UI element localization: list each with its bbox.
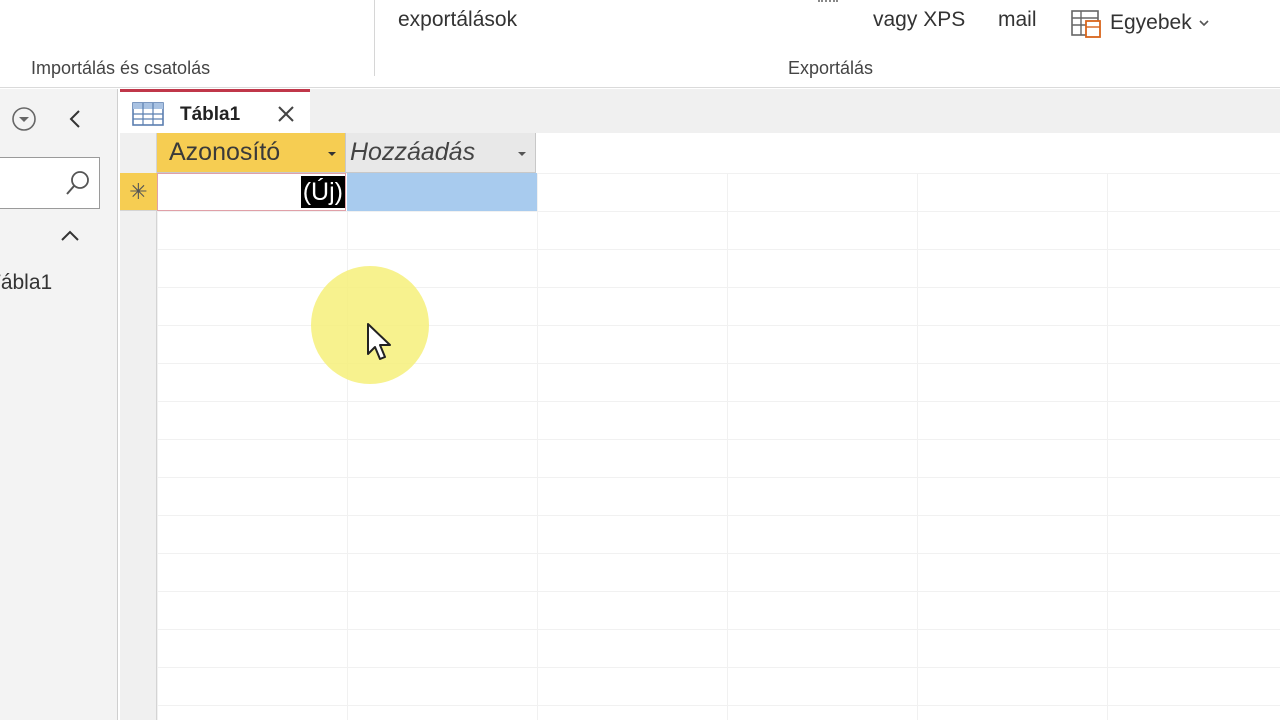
pdf-xps-command[interactable]: vagy XPS bbox=[873, 8, 965, 32]
ribbon-clipped-text bbox=[818, 0, 838, 2]
new-record-selector[interactable]: ✳ bbox=[120, 173, 157, 211]
nav-search-input[interactable] bbox=[0, 157, 100, 209]
chevron-down-icon bbox=[1199, 20, 1209, 27]
dropdown-arrow-icon[interactable] bbox=[327, 151, 337, 157]
table-export-icon bbox=[1071, 10, 1101, 38]
nav-menu-dropdown-icon[interactable] bbox=[10, 105, 38, 133]
document-area: Tábla1 Azonosító Hozzáadás ✳ (Új) bbox=[120, 89, 1280, 720]
navigation-pane: Tábla1 bbox=[0, 89, 118, 720]
new-record-text: (Új) bbox=[300, 176, 345, 208]
email-command[interactable]: mail bbox=[998, 8, 1037, 32]
more-button[interactable]: Egyebek bbox=[1070, 4, 1210, 42]
exports-command[interactable]: exportálások bbox=[398, 8, 517, 32]
ribbon-group-separator bbox=[374, 0, 375, 76]
chevron-up-icon[interactable] bbox=[56, 223, 84, 247]
more-button-label: Egyebek bbox=[1110, 11, 1192, 34]
export-group-label: Exportálás bbox=[788, 58, 874, 78]
column-header-add-label: Hozzáadás bbox=[350, 138, 476, 166]
search-icon bbox=[66, 171, 89, 195]
add-column-cell[interactable] bbox=[347, 173, 537, 211]
dropdown-arrow-icon[interactable] bbox=[517, 151, 527, 157]
close-icon[interactable] bbox=[274, 102, 298, 126]
shutter-bar-close-icon[interactable] bbox=[62, 105, 90, 133]
table-icon bbox=[132, 102, 164, 126]
column-header-add[interactable]: Hozzáadás bbox=[346, 133, 536, 173]
id-cell[interactable]: (Új) bbox=[157, 173, 346, 211]
nav-item-table[interactable]: Tábla1 bbox=[0, 271, 52, 295]
mouse-cursor-icon bbox=[367, 323, 391, 360]
import-group-label: Importálás és csatolás bbox=[31, 58, 211, 78]
datasheet[interactable]: Azonosító Hozzáadás ✳ (Új) bbox=[120, 133, 1280, 720]
tab-label: Tábla1 bbox=[180, 104, 241, 125]
select-all-corner[interactable] bbox=[120, 133, 157, 173]
column-header-id-label: Azonosító bbox=[169, 138, 281, 166]
record-selector-column bbox=[120, 173, 157, 720]
ribbon: exportálások vagy XPS mail Egyebek Impor… bbox=[0, 0, 1280, 88]
tab-table1[interactable]: Tábla1 bbox=[120, 89, 310, 133]
column-header-id[interactable]: Azonosító bbox=[157, 133, 346, 173]
